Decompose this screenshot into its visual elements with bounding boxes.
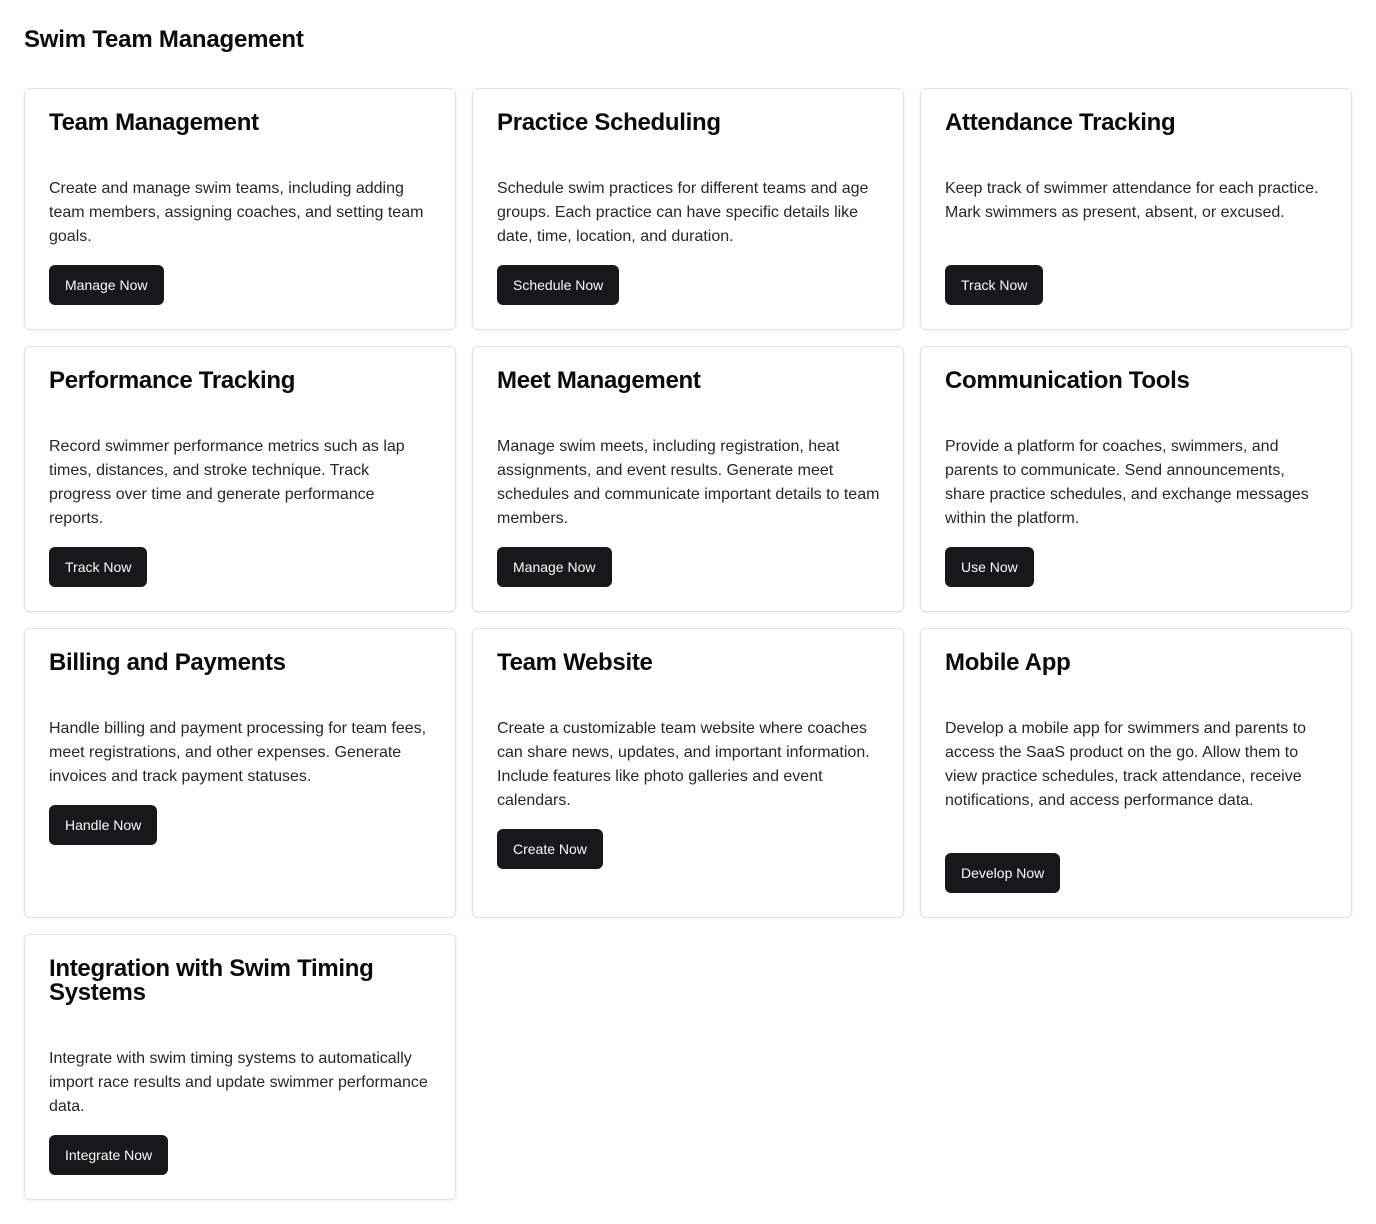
card-description: Create a customizable team website where… xyxy=(497,720,870,809)
integrate-now-button[interactable]: Integrate Now xyxy=(49,1135,169,1175)
card-description: Develop a mobile app for swimmers and pa… xyxy=(945,720,1307,809)
card-description: Schedule swim practices for different te… xyxy=(497,180,869,245)
manage-now-button[interactable]: Manage Now xyxy=(49,265,164,305)
card-practice-scheduling: Practice Scheduling Schedule swim practi… xyxy=(472,88,904,330)
use-now-button[interactable]: Use Now xyxy=(945,547,1034,587)
card-title: Team Management xyxy=(49,109,259,136)
page-title: Swim Team Management xyxy=(24,26,304,53)
card-meet-management: Meet Management Manage swim meets, inclu… xyxy=(472,346,904,612)
card-description: Keep track of swimmer attendance for eac… xyxy=(945,180,1319,221)
card-billing-and-payments: Billing and Payments Handle billing and … xyxy=(24,628,456,918)
card-description: Integrate with swim timing systems to au… xyxy=(49,1050,428,1115)
card-mobile-app: Mobile App Develop a mobile app for swim… xyxy=(920,628,1352,918)
card-performance-tracking: Performance Tracking Record swimmer perf… xyxy=(24,346,456,612)
card-description: Provide a platform for coaches, swimmers… xyxy=(945,438,1309,527)
card-description: Handle billing and payment processing fo… xyxy=(49,720,427,785)
card-title: Performance Tracking xyxy=(49,367,296,394)
card-title: Team Website xyxy=(497,649,653,676)
track-now-button[interactable]: Track Now xyxy=(49,547,148,587)
card-team-website: Team Website Create a customizable team … xyxy=(472,628,904,918)
card-description: Record swimmer performance metrics such … xyxy=(49,438,405,527)
develop-now-button[interactable]: Develop Now xyxy=(945,853,1061,893)
card-title: Meet Management xyxy=(497,367,701,394)
create-now-button[interactable]: Create Now xyxy=(497,829,603,869)
handle-now-button[interactable]: Handle Now xyxy=(49,805,158,845)
card-description: Manage swim meets, including registratio… xyxy=(497,438,880,527)
card-description: Create and manage swim teams, including … xyxy=(49,180,424,245)
card-title: Practice Scheduling xyxy=(497,109,721,136)
track-now-button[interactable]: Track Now xyxy=(945,265,1044,305)
card-communication-tools: Communication Tools Provide a platform f… xyxy=(920,346,1352,612)
card-attendance-tracking: Attendance Tracking Keep track of swimme… xyxy=(920,88,1352,330)
card-title: Mobile App xyxy=(945,649,1071,676)
card-integration-with-swim-timing-systems: Integration with Swim Timing Systems Int… xyxy=(24,934,456,1200)
card-title: Communication Tools xyxy=(945,367,1190,394)
manage-now-button[interactable]: Manage Now xyxy=(497,547,612,587)
card-team-management: Team Management Create and manage swim t… xyxy=(24,88,456,330)
card-title: Integration with Swim Timing Systems xyxy=(49,955,374,1006)
card-title: Billing and Payments xyxy=(49,649,286,676)
card-title: Attendance Tracking xyxy=(945,109,1176,136)
schedule-now-button[interactable]: Schedule Now xyxy=(497,265,620,305)
